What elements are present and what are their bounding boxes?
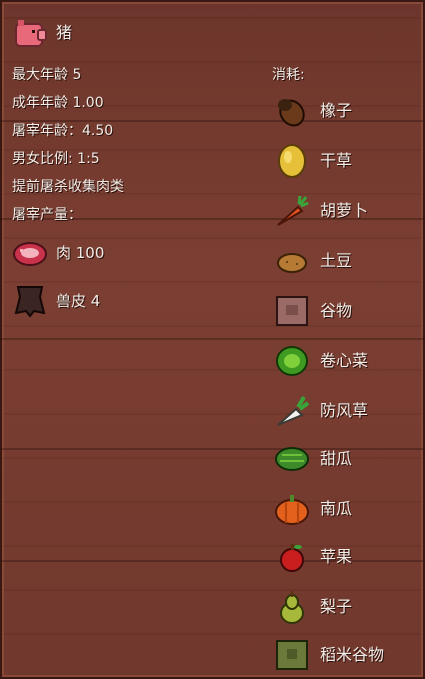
product-label: 肉 100 <box>56 244 105 262</box>
animal-info-panel: 猪 最大年龄 5 成年年龄 1.00 屠宰年龄：4.50 男女比例: 1:5 提… <box>0 0 425 679</box>
slaughter-age-text: 屠宰年龄：4.50 <box>12 123 114 139</box>
parsnip-icon <box>274 393 310 429</box>
max-age-text: 最大年龄 5 <box>12 67 82 83</box>
consume-item-carrot: 胡萝卜 <box>274 192 414 230</box>
consume-item-label: 干草 <box>320 151 353 170</box>
pumpkin-icon <box>274 491 310 527</box>
consume-item-label: 防风草 <box>320 401 369 420</box>
pear-icon <box>274 589 310 625</box>
grain-sack-icon <box>274 293 310 329</box>
consume-item-pumpkin: 南瓜 <box>274 490 414 528</box>
consume-item-label: 甜瓜 <box>320 449 353 468</box>
consume-item-label: 梨子 <box>320 597 353 616</box>
consumption-title: 消耗: <box>272 67 305 83</box>
slaughter-yield-label: 屠宰产量： <box>12 207 82 223</box>
potato-icon <box>274 243 310 279</box>
consume-item-label: 胡萝卜 <box>320 201 369 220</box>
gender-ratio-text: 男女比例: 1:5 <box>12 151 100 167</box>
adult-age-text: 成年年龄 1.00 <box>12 95 104 111</box>
consume-item-potato: 土豆 <box>274 242 414 280</box>
consume-item-acorn: 橡子 <box>274 92 414 130</box>
consume-item-label: 土豆 <box>320 251 353 270</box>
early-slaughter-text: 提前屠杀收集肉类 <box>12 179 124 195</box>
hay-icon <box>274 143 310 179</box>
wood-plank-line <box>0 338 425 340</box>
consume-item-label: 橡子 <box>320 101 353 120</box>
rice-sack-icon <box>274 637 310 673</box>
consume-item-hay: 干草 <box>274 142 414 180</box>
consume-item-rice: 稻米谷物 <box>274 636 414 674</box>
meat-icon <box>12 235 48 271</box>
consume-item-label: 谷物 <box>320 301 353 320</box>
apple-icon <box>274 539 310 575</box>
consume-item-melon: 甜瓜 <box>274 440 414 478</box>
consume-item-parsnip: 防风草 <box>274 392 414 430</box>
hide-icon <box>12 283 48 319</box>
consume-item-apple: 苹果 <box>274 538 414 576</box>
product-hide: 兽皮 4 <box>12 282 132 320</box>
animal-name: 猪 <box>56 23 73 42</box>
carrot-icon <box>274 193 310 229</box>
consume-item-label: 南瓜 <box>320 499 353 518</box>
product-label: 兽皮 4 <box>56 292 101 310</box>
consume-item-label: 卷心菜 <box>320 351 369 370</box>
consume-item-cabbage: 卷心菜 <box>274 342 414 380</box>
cabbage-icon <box>274 343 310 379</box>
melon-icon <box>274 441 310 477</box>
consume-item-label: 苹果 <box>320 547 353 566</box>
product-meat: 肉 100 <box>12 234 132 272</box>
consume-item-grain: 谷物 <box>274 292 414 330</box>
pig-icon <box>12 18 48 52</box>
acorn-icon <box>274 93 310 129</box>
consume-item-label: 稻米谷物 <box>320 645 385 664</box>
consume-item-pear: 梨子 <box>274 588 414 626</box>
